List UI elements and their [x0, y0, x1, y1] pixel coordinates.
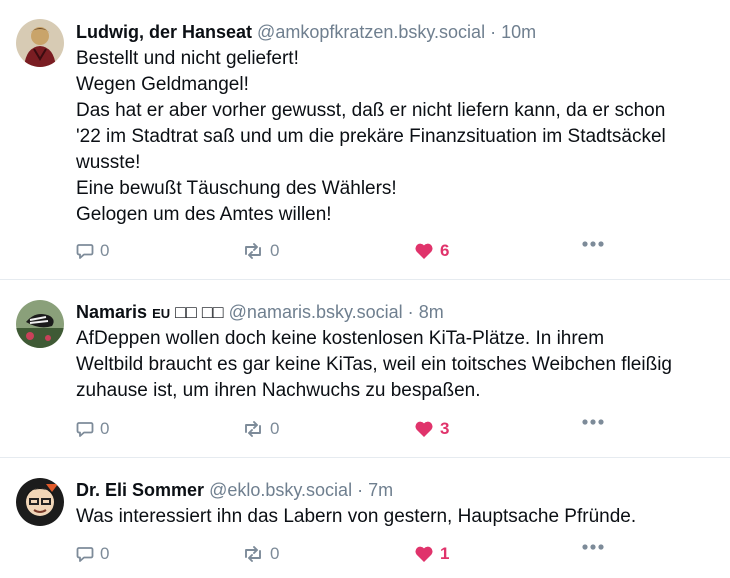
separator: · — [407, 302, 414, 322]
more-icon — [582, 419, 604, 425]
author-handle[interactable]: @amkopfkratzen.bsky.social — [257, 22, 485, 42]
post-text: Bestellt und nicht geliefert! Wegen Geld… — [76, 46, 716, 228]
post-actions: 0 0 1 — [76, 544, 730, 566]
author-name[interactable]: Ludwig, der Hanseat — [76, 22, 252, 42]
post-header: Ludwig, der Hanseat @amkopfkratzen.bsky.… — [76, 21, 720, 43]
post-time[interactable]: 8m — [419, 302, 444, 322]
post-line: zuhause ist, um ihren Nachwuchs zu bespa… — [76, 380, 481, 401]
reply-icon — [76, 422, 94, 437]
post-text: Was interessiert ihn das Labern von gest… — [76, 504, 716, 530]
author-badge: EU — [152, 306, 171, 321]
author-name[interactable]: Dr. Eli Sommer — [76, 480, 204, 500]
repost-button[interactable]: 0 — [242, 419, 279, 439]
more-button[interactable] — [582, 241, 604, 247]
post-line: AfDeppen wollen doch keine kostenlosen K… — [76, 328, 605, 349]
heart-icon — [415, 243, 433, 259]
repost-count: 0 — [270, 544, 280, 563]
reply-button[interactable]: 0 — [76, 241, 109, 261]
post[interactable]: Dr. Eli Sommer @eklo.bsky.social · 7m Wa… — [0, 458, 730, 578]
reply-button[interactable]: 0 — [76, 544, 109, 564]
like-count: 6 — [440, 241, 450, 260]
post-text: AfDeppen wollen doch keine kostenlosen K… — [76, 326, 716, 404]
like-button[interactable]: 3 — [414, 419, 449, 439]
post-line: Weltbild braucht es gar keine KiTas, wei… — [76, 354, 672, 375]
more-icon — [582, 544, 604, 550]
repost-count: 0 — [270, 419, 280, 438]
post-actions: 0 0 6 — [76, 241, 730, 263]
reply-count: 0 — [100, 241, 110, 260]
author-name[interactable]: Namaris — [76, 302, 147, 322]
reply-button[interactable]: 0 — [76, 419, 109, 439]
post-time[interactable]: 7m — [368, 480, 393, 500]
separator: · — [357, 480, 364, 500]
like-count: 3 — [440, 419, 450, 438]
feed: Ludwig, der Hanseat @amkopfkratzen.bsky.… — [0, 0, 730, 578]
post[interactable]: Ludwig, der Hanseat @amkopfkratzen.bsky.… — [0, 0, 730, 280]
more-icon — [582, 241, 604, 247]
post-line: '22 im Stadtrat saß und um die prekäre F… — [76, 126, 666, 147]
post-line: Bestellt und nicht geliefert! — [76, 48, 299, 69]
repost-icon — [245, 243, 261, 259]
like-button[interactable]: 6 — [414, 241, 449, 261]
repost-icon — [245, 421, 261, 437]
post-line: Eine bewußt Täuschung des Wählers! — [76, 178, 397, 199]
post[interactable]: Namaris EU □□ □□ @namaris.bsky.social · … — [0, 280, 730, 458]
more-button[interactable] — [582, 544, 604, 550]
post-header: Namaris EU □□ □□ @namaris.bsky.social · … — [76, 301, 720, 325]
post-line: Was interessiert ihn das Labern von gest… — [76, 506, 637, 527]
post-time[interactable]: 10m — [501, 22, 536, 42]
reply-icon — [76, 547, 94, 562]
post-actions: 0 0 3 — [76, 419, 730, 441]
heart-icon — [415, 546, 433, 562]
avatar[interactable] — [16, 300, 64, 348]
like-button[interactable]: 1 — [414, 544, 449, 564]
avatar[interactable] — [16, 478, 64, 526]
post-header: Dr. Eli Sommer @eklo.bsky.social · 7m — [76, 479, 720, 501]
like-count: 1 — [440, 544, 450, 563]
avatar[interactable] — [16, 19, 64, 67]
post-line: wusste! — [76, 152, 141, 173]
separator: · — [490, 22, 497, 42]
post-line: Gelogen um des Amtes willen! — [76, 204, 332, 225]
reply-count: 0 — [100, 544, 110, 563]
reply-count: 0 — [100, 419, 110, 438]
more-button[interactable] — [582, 419, 604, 425]
author-handle[interactable]: @eklo.bsky.social — [209, 480, 352, 500]
repost-icon — [245, 546, 261, 562]
repost-count: 0 — [270, 241, 280, 260]
reply-icon — [76, 244, 94, 259]
author-handle[interactable]: @namaris.bsky.social — [229, 302, 403, 322]
heart-icon — [415, 421, 433, 437]
post-line: Das hat er aber vorher gewusst, daß er n… — [76, 100, 666, 121]
repost-button[interactable]: 0 — [242, 241, 279, 261]
repost-button[interactable]: 0 — [242, 544, 279, 564]
author-flags: □□ □□ — [175, 302, 224, 322]
post-line: Wegen Geldmangel! — [76, 74, 249, 95]
